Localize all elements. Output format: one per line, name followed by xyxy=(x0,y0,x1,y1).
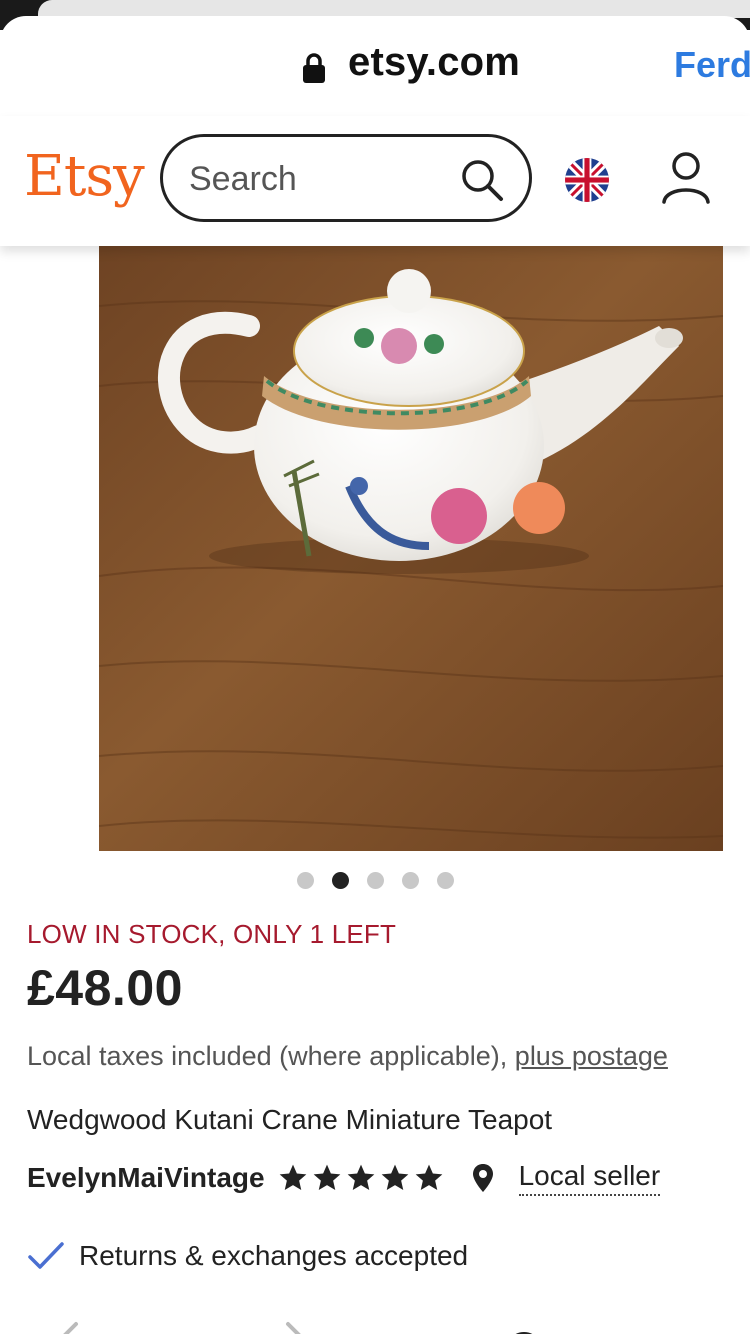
address-bar[interactable]: etsy.com Ferd xyxy=(0,16,750,116)
listing-title: Wedgwood Kutani Crane Miniature Teapot xyxy=(27,1104,553,1135)
share-icon[interactable] xyxy=(730,1318,750,1334)
browser-sheet: etsy.com Ferd Etsy Search LOW IN STOCK, … xyxy=(0,16,750,1334)
seller-row: EvelynMaiVintage Local seller xyxy=(27,1158,661,1198)
location-pin-icon xyxy=(472,1164,493,1192)
site-header: Etsy xyxy=(0,116,750,246)
teapot-photo xyxy=(99,246,723,851)
search-bar[interactable] xyxy=(160,134,532,222)
check-icon xyxy=(28,1242,64,1269)
carousel-dot-active[interactable] xyxy=(331,872,349,889)
user-account-icon[interactable] xyxy=(660,150,712,206)
browser-toolbar xyxy=(0,1306,750,1334)
search-icon[interactable] xyxy=(459,157,505,203)
star-icon xyxy=(381,1164,408,1190)
shop-name[interactable]: EvelynMaiVintage xyxy=(27,1162,265,1194)
local-seller-link[interactable]: Local seller xyxy=(518,1160,661,1196)
star-icon xyxy=(415,1164,442,1190)
returns-policy: Returns & exchanges accepted xyxy=(27,1240,468,1272)
carousel-dot[interactable] xyxy=(366,872,384,889)
postage-link[interactable]: plus postage xyxy=(515,1041,668,1071)
uk-flag-icon[interactable] xyxy=(565,158,609,202)
star-icon xyxy=(347,1164,374,1190)
url-text[interactable]: etsy.com xyxy=(348,40,520,85)
forward-arrow-icon[interactable] xyxy=(282,1320,312,1334)
lock-icon xyxy=(303,53,325,83)
carousel-dot[interactable] xyxy=(436,872,454,889)
product-image[interactable] xyxy=(99,246,723,851)
etsy-logo[interactable]: Etsy xyxy=(24,144,145,209)
reader-button[interactable]: Ferd xyxy=(674,44,750,86)
rating-stars[interactable] xyxy=(277,1162,445,1194)
returns-text: Returns & exchanges accepted xyxy=(79,1240,469,1271)
star-icon xyxy=(279,1164,306,1190)
carousel-dot[interactable] xyxy=(401,872,419,889)
stock-notice: LOW IN STOCK, ONLY 1 LEFT xyxy=(27,919,397,949)
carousel-dot[interactable] xyxy=(296,872,314,889)
carousel-dots[interactable] xyxy=(0,872,750,892)
price: £48.00 xyxy=(27,960,183,1016)
star-icon xyxy=(313,1164,340,1190)
search-input[interactable] xyxy=(189,157,439,201)
refresh-icon[interactable] xyxy=(498,1320,550,1334)
tax-note: Local taxes included (where applicable),… xyxy=(27,1041,668,1072)
tax-text: Local taxes included (where applicable), xyxy=(27,1041,508,1071)
back-arrow-icon[interactable] xyxy=(52,1320,82,1334)
